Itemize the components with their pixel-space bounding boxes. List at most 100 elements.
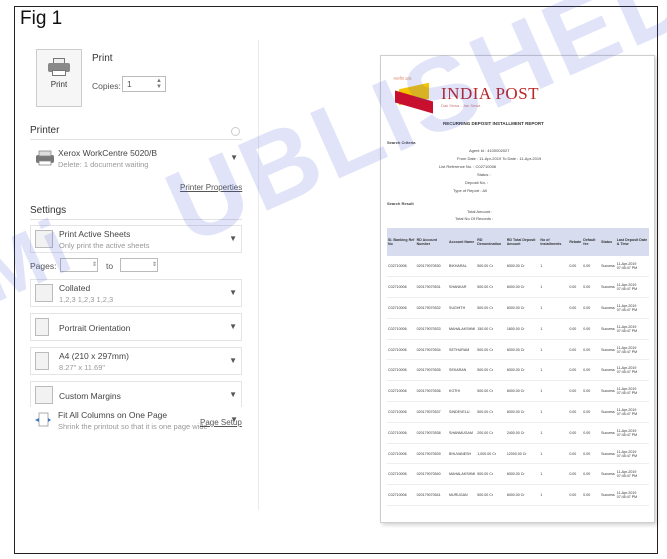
table-cell: 6000.00 Cr — [505, 359, 540, 382]
table-row: C02710006 020179070533 MAHALAKSHMI 150.00 C… — [387, 318, 649, 340]
table-cell: 2400.00 Cr — [505, 422, 540, 444]
table-cell: 500.00 Cr — [476, 463, 506, 486]
orientation-dropdown[interactable]: Portrait Orientation ▼ — [30, 313, 242, 341]
print-scope-dropdown[interactable]: Print Active Sheets Only print the activ… — [30, 225, 242, 253]
copies-value: 1 — [127, 79, 132, 89]
table-cell: 020179070533 — [415, 318, 449, 340]
table-cell: Success — [600, 359, 616, 382]
table-cell: SINDEVELU — [448, 401, 477, 423]
table-cell: 1 — [539, 401, 569, 423]
spinner-icon[interactable]: ⇕ — [152, 261, 157, 268]
table-cell: 0.00 — [568, 339, 583, 361]
table-cell: MAHALAKSHMI — [448, 318, 477, 340]
table-cell: 0.00 — [568, 318, 583, 340]
table-cell: C02710006 — [387, 276, 416, 299]
criteria-field: List Reference No. : C02710006 — [439, 164, 497, 169]
table-cell: 0.00 — [582, 484, 601, 507]
logo-subtitle: Dak Sewa - Jan Sewa — [441, 103, 481, 108]
pages-range: Pages: ⇕ to ⇕ — [30, 258, 158, 272]
table-header-cell: No of Installments — [539, 228, 569, 256]
table-cell: 1 — [539, 484, 569, 507]
collation-dropdown[interactable]: Collated 1,2,3 1,2,3 1,2,3 ▼ — [30, 279, 242, 307]
page-setup-link[interactable]: Page Setup — [200, 418, 242, 427]
table-cell: 0.00 — [568, 443, 583, 465]
table-cell: 500.00 Cr — [476, 359, 506, 382]
paper-size-dropdown[interactable]: A4 (210 x 297mm) 8.27" x 11.69" ▼ — [30, 347, 242, 375]
table-header-cell: RD Denomination — [476, 228, 506, 256]
chevron-down-icon: ▼ — [229, 234, 237, 243]
chevron-down-icon: ▼ — [229, 288, 237, 297]
table-row: C02710006 020179070534 SETHURAM 500.00 Cr 60… — [387, 339, 649, 361]
print-heading: Print — [92, 53, 113, 64]
table-cell: 500.00 Cr — [476, 256, 506, 278]
print-button-label: Print — [50, 80, 68, 89]
info-icon[interactable] — [231, 127, 240, 136]
table-cell: 020179070538 — [415, 422, 449, 444]
table-body: C02710006 020179070530 BIKHARAL 500.00 Cr 60… — [387, 256, 649, 507]
pages-label: Pages: — [30, 261, 57, 271]
table-cell: 0.00 — [582, 380, 601, 403]
table-cell: C02710006 — [387, 463, 416, 486]
copies-input[interactable]: 1 ▲ ▼ — [122, 76, 166, 92]
total-records: Total No Of Records : — [455, 216, 494, 221]
table-cell: 0.00 — [568, 422, 583, 444]
spinner-icon[interactable]: ⇕ — [92, 261, 97, 268]
table-cell: 11-Apr-2019 07:45:47 PM — [615, 463, 649, 486]
margins-dropdown[interactable]: Custom Margins ▼ — [30, 381, 242, 409]
table-cell: 6000.00 Cr — [505, 276, 540, 299]
table-cell: 0.00 — [568, 380, 583, 403]
table-cell: 0.00 — [582, 297, 601, 319]
table-cell: 11-Apr-2019 07:45:47 PM — [615, 380, 649, 403]
table-cell: 1,000.00 Cr — [476, 443, 506, 465]
table-row: C02710006 020179070539 BHUVANESH 1,000.00 C… — [387, 443, 649, 465]
table-cell: 020179070531 — [415, 276, 449, 299]
printer-device-icon — [34, 149, 54, 167]
table-cell: 0.00 — [568, 484, 583, 507]
table-header-cell: Status — [600, 228, 616, 256]
table-cell: 200.00 Cr — [476, 422, 506, 444]
table-row: C02710006 020179070537 SINDEVELU 500.00 Cr 6… — [387, 401, 649, 423]
table-cell: Success — [600, 339, 616, 361]
table-cell: 020179070539 — [415, 443, 449, 465]
table-cell: 0.00 — [582, 463, 601, 486]
printer-dropdown[interactable]: Xerox WorkCentre 5020/B Delete: 1 docume… — [30, 145, 242, 177]
scope-subtitle: Only print the active sheets — [59, 241, 150, 250]
table-cell: 0.00 — [582, 256, 601, 278]
chevron-down-icon: ▼ — [229, 390, 237, 399]
table-cell: 0.00 — [568, 463, 583, 486]
table-cell: Success — [600, 318, 616, 340]
table-cell: 1 — [539, 276, 569, 299]
table-cell: 0.00 — [568, 256, 583, 278]
table-cell: C02710006 — [387, 297, 416, 319]
table-cell: Success — [600, 401, 616, 423]
table-cell: 11-Apr-2019 07:45:47 PM — [615, 256, 649, 278]
printer-properties-link[interactable]: Printer Properties — [180, 183, 242, 192]
copies-spinner-icon[interactable]: ▲ ▼ — [156, 78, 162, 90]
table-header-cell: Rebate — [568, 228, 583, 256]
chevron-down-icon: ▼ — [230, 153, 238, 162]
settings-section-title: Settings — [30, 205, 67, 216]
divider — [30, 219, 242, 220]
table-cell: SEKARAN — [448, 359, 477, 382]
table-cell: 6000.00 Cr — [505, 297, 540, 319]
print-button[interactable]: Print — [36, 49, 82, 107]
table-cell: KOTHI — [448, 380, 477, 403]
table-cell: 500.00 Cr — [476, 380, 506, 403]
table-cell: C02710006 — [387, 256, 416, 278]
table-cell: 6000.00 Cr — [505, 339, 540, 361]
table-cell: C02710006 — [387, 318, 416, 340]
table-cell: 0.00 — [582, 276, 601, 299]
collated-icon — [35, 284, 53, 302]
table-cell: 11-Apr-2019 07:45:47 PM — [615, 401, 649, 423]
logo-text: INDIA POST — [441, 84, 540, 103]
table-row: C02710006 020179070531 SHANKAR 500.00 Cr 600… — [387, 276, 649, 299]
table-cell: 0.00 — [568, 297, 583, 319]
table-cell: 1 — [539, 318, 569, 340]
table-cell: 11-Apr-2019 07:45:47 PM — [615, 318, 649, 340]
table-cell: 11-Apr-2019 07:45:47 PM — [615, 339, 649, 361]
table-cell: 1 — [539, 380, 569, 403]
table-cell: 020179070536 — [415, 380, 449, 403]
table-row: C02710006 020179070532 SUGHITH 500.00 Cr 600… — [387, 297, 649, 319]
printer-status: Delete: 1 document waiting — [58, 160, 149, 169]
report-table: Sl. Banking Ref No RD Account Number Accou… — [387, 228, 649, 507]
